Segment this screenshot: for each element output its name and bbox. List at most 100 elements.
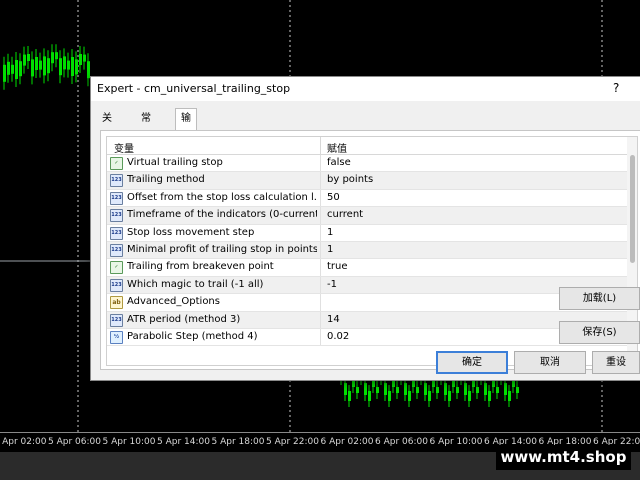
x-tick-label: 6 Apr 06:00 <box>375 437 428 447</box>
column-divider <box>320 276 321 294</box>
candle-body <box>484 383 487 395</box>
input-row[interactable]: 123 Timeframe of the indicators (0-curren… <box>107 207 627 225</box>
input-row[interactable]: ab Advanced_Options <box>107 294 627 312</box>
input-row[interactable]: 123 Stop loss movement step 1 <box>107 224 627 242</box>
input-row[interactable]: ✓ Virtual trailing stop false <box>107 155 627 173</box>
ok-button[interactable]: 确定 <box>436 351 508 374</box>
tab-inputs[interactable]: 输入参数 <box>175 108 197 184</box>
watermark: www.mt4.shop <box>496 445 631 470</box>
input-value[interactable]: 1 <box>327 244 333 255</box>
candle-body <box>456 387 459 393</box>
dialog-title: Expert - cm_universal_trailing_stop <box>97 82 291 95</box>
reset-button[interactable]: 重设 <box>592 351 640 374</box>
tab-about[interactable]: 关于 <box>97 110 117 142</box>
candle-body <box>476 387 479 393</box>
input-value[interactable]: by points <box>327 174 373 185</box>
candle-body <box>496 387 499 393</box>
input-row[interactable]: 123 Offset from the stop loss calculation… <box>107 189 627 208</box>
candle-body <box>508 391 511 401</box>
candle-body <box>384 383 387 395</box>
x-tick-label: 5 Apr 14:00 <box>157 437 210 447</box>
candle-body <box>348 391 351 401</box>
candle-body <box>43 56 46 76</box>
input-value[interactable]: 0.02 <box>327 331 349 342</box>
input-row[interactable]: 123 Trailing method by points <box>107 172 627 190</box>
input-row[interactable]: ½ Parabolic Step (method 4) 0.02 <box>107 328 627 347</box>
column-divider <box>320 294 321 311</box>
candle-body <box>59 58 62 76</box>
input-value[interactable]: -1 <box>327 279 337 290</box>
bool-type-icon: ✓ <box>110 157 123 170</box>
column-divider <box>320 224 321 241</box>
input-value[interactable]: true <box>327 261 348 272</box>
candle-body <box>444 383 447 395</box>
candle-body <box>468 391 471 401</box>
header-value[interactable]: 赋值 <box>327 140 347 155</box>
candle-body <box>3 64 6 82</box>
int-type-icon: 123 <box>110 226 123 240</box>
column-divider <box>320 259 321 276</box>
candle-body <box>404 383 407 395</box>
grid-header: 变量 赋值 <box>107 137 627 155</box>
column-divider <box>320 172 321 189</box>
candle-body <box>356 387 359 393</box>
input-name: Trailing from breakeven point <box>127 261 274 273</box>
input-name: Parabolic Step (method 4) <box>127 330 258 342</box>
candle-body <box>71 57 74 76</box>
dialog-titlebar[interactable]: Expert - cm_universal_trailing_stop ? <box>91 77 640 101</box>
int-type-icon: 123 <box>110 313 123 327</box>
candle-body <box>55 52 58 60</box>
column-divider <box>320 189 321 207</box>
column-divider <box>320 311 321 328</box>
int-type-icon: 123 <box>110 278 123 292</box>
input-name: ATR period (method 3) <box>127 313 241 325</box>
help-button[interactable]: ? <box>613 81 619 95</box>
x-tick-label: 6 Apr 10:00 <box>429 437 483 447</box>
input-row[interactable]: 123 Which magic to trail (-1 all) -1 <box>107 276 627 295</box>
candle-body <box>448 391 451 401</box>
grid-rows: ✓ Virtual trailing stop false 123 Trailing m… <box>107 155 627 347</box>
candle-body <box>396 387 399 393</box>
candle-body <box>11 64 14 74</box>
input-row[interactable]: 123 Minimal profit of trailing stop in po… <box>107 241 627 260</box>
cancel-button[interactable]: 取消 <box>514 351 586 374</box>
input-value[interactable]: current <box>327 209 363 220</box>
candle-body <box>488 391 491 401</box>
x-tick-label: 5 Apr 02:00 <box>0 437 47 447</box>
scrollbar-thumb[interactable] <box>630 155 635 263</box>
input-value[interactable]: 14 <box>327 314 340 325</box>
dbl-type-icon: ½ <box>110 330 123 344</box>
candle-body <box>83 54 86 62</box>
expert-properties-dialog: Expert - cm_universal_trailing_stop ? 关于… <box>90 76 640 381</box>
input-row[interactable]: ✓ Trailing from breakeven point true <box>107 259 627 277</box>
candle-body <box>51 52 54 64</box>
x-tick-label: 5 Apr 06:00 <box>48 437 101 447</box>
column-divider <box>320 328 321 346</box>
x-tick-label: 5 Apr 22:00 <box>266 437 319 447</box>
header-divider[interactable] <box>320 137 321 155</box>
load-button[interactable]: 加载(L) <box>559 287 640 310</box>
int-type-icon: 123 <box>110 209 123 223</box>
tab-common[interactable]: 常用 <box>136 110 156 142</box>
candle-body <box>376 387 379 393</box>
input-value[interactable]: 50 <box>327 192 340 203</box>
candle-body <box>464 383 467 395</box>
candle-body <box>516 387 519 393</box>
input-value[interactable]: 1 <box>327 227 333 238</box>
candle-body <box>504 383 507 395</box>
candle-body <box>31 59 34 77</box>
candle-body <box>63 56 66 70</box>
input-value[interactable]: false <box>327 157 351 168</box>
candle-body <box>7 61 10 75</box>
candle-body <box>416 387 419 393</box>
candle-body <box>67 60 70 70</box>
save-button[interactable]: 保存(S) <box>559 321 640 344</box>
candle-body <box>368 391 371 401</box>
header-variable[interactable]: 变量 <box>114 140 134 155</box>
column-divider <box>320 155 321 172</box>
x-tick-label: 5 Apr 18:00 <box>211 437 265 447</box>
input-row[interactable]: 123 ATR period (method 3) 14 <box>107 311 627 329</box>
candle-body <box>19 61 22 77</box>
input-name: Virtual trailing stop <box>127 157 223 168</box>
candle-body <box>428 391 431 401</box>
